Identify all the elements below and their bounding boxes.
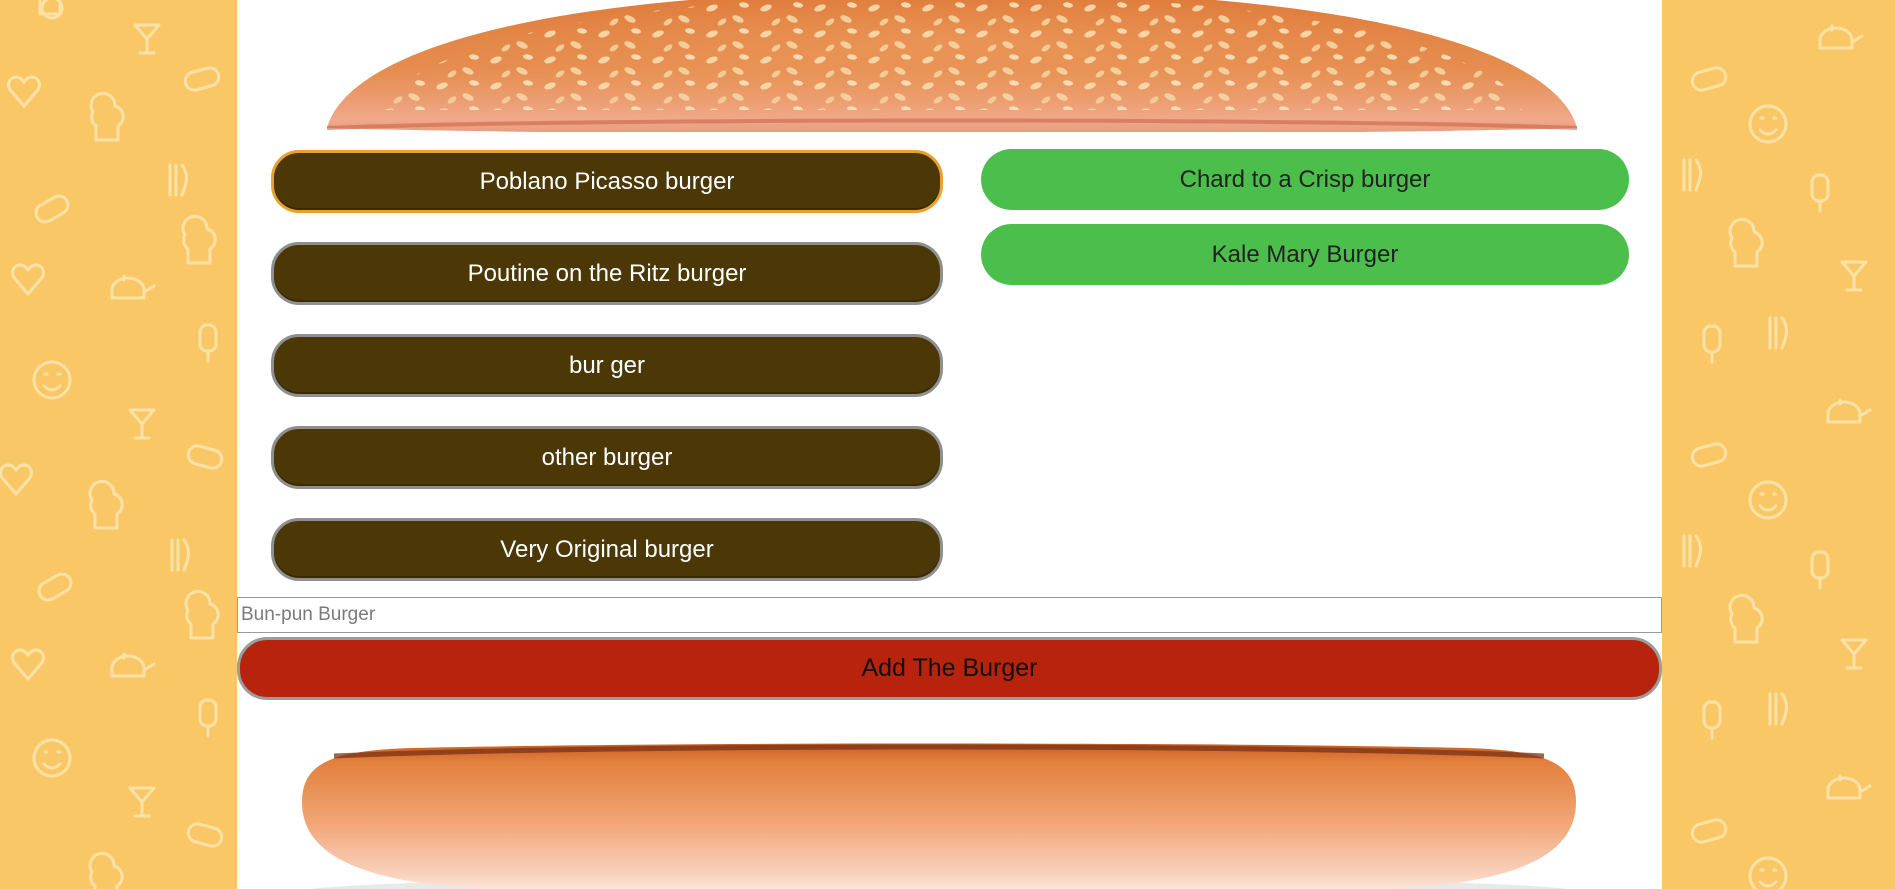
smiley-icon <box>1748 104 1788 144</box>
smiley-icon <box>1748 856 1788 889</box>
heart-icon <box>11 648 45 681</box>
chef-hat-icon <box>181 214 217 265</box>
devoured-burger-item: Kale Mary Burger <box>981 224 1629 285</box>
bottom-bun-image <box>302 743 1576 889</box>
chef-hat-icon <box>88 851 124 889</box>
cocktail-glass-icon <box>133 23 161 55</box>
cocktail-glass-icon <box>1840 638 1868 670</box>
heart-icon <box>11 263 45 296</box>
popsicle-icon <box>1810 173 1830 213</box>
background-pattern-right <box>1662 0 1895 889</box>
chef-hat-icon <box>1728 593 1764 644</box>
teapot-icon <box>1826 774 1872 800</box>
chef-hat-icon <box>88 479 124 530</box>
hot-dog-icon <box>183 66 221 92</box>
cocktail-glass-icon <box>128 786 156 818</box>
chef-hat-icon <box>89 91 125 142</box>
fork-knife-icon <box>1768 692 1788 726</box>
background-icons <box>1682 24 1872 889</box>
top-bun-image <box>326 0 1578 132</box>
fork-knife-icon <box>1682 158 1702 192</box>
devoured-burger-item: Chard to a Crisp burger <box>981 149 1629 210</box>
background-icons <box>0 0 224 889</box>
fork-knife-icon <box>170 538 190 572</box>
cocktail-glass-icon <box>128 408 156 440</box>
devour-burger-button[interactable]: other burger <box>271 426 943 489</box>
teapot-icon <box>1826 398 1872 424</box>
cocktail-glass-icon <box>1840 260 1868 292</box>
hot-dog-icon <box>1690 442 1728 468</box>
hot-dog-icon <box>186 444 224 470</box>
popsicle-icon <box>198 323 218 363</box>
hot-dog-icon <box>186 822 224 848</box>
hot-dog-icon <box>1690 818 1728 844</box>
chef-hat-icon <box>184 589 220 640</box>
heart-icon <box>0 463 33 496</box>
chef-hat-icon <box>38 0 64 20</box>
devour-burger-button[interactable]: Poblano Picasso burger <box>271 150 943 213</box>
burger-name-input[interactable] <box>237 597 1662 633</box>
add-burger-button[interactable]: Add The Burger <box>237 637 1662 700</box>
smiley-icon <box>32 738 72 778</box>
devour-burger-button[interactable]: bur ger <box>271 334 943 397</box>
smiley-icon <box>32 360 72 400</box>
fork-knife-icon <box>168 163 188 197</box>
hot-dog-icon <box>37 572 73 602</box>
popsicle-icon <box>1810 550 1830 590</box>
fork-knife-icon <box>1682 534 1702 568</box>
heart-icon <box>7 75 41 108</box>
chef-hat-icon <box>1728 217 1764 268</box>
hot-dog-icon <box>34 194 70 224</box>
devour-burger-button[interactable]: Very Original burger <box>271 518 943 581</box>
smiley-icon <box>1748 480 1788 520</box>
popsicle-icon <box>198 698 218 738</box>
popsicle-icon <box>1702 324 1722 364</box>
teapot-icon <box>110 274 156 300</box>
main-panel: Poblano Picasso burger Poutine on the Ri… <box>237 0 1662 889</box>
background-pattern-left <box>0 0 237 889</box>
fork-knife-icon <box>1768 316 1788 350</box>
teapot-icon <box>1818 24 1864 50</box>
devour-burger-button[interactable]: Poutine on the Ritz burger <box>271 242 943 305</box>
teapot-icon <box>110 652 156 678</box>
hot-dog-icon <box>1690 66 1728 92</box>
popsicle-icon <box>1702 700 1722 740</box>
